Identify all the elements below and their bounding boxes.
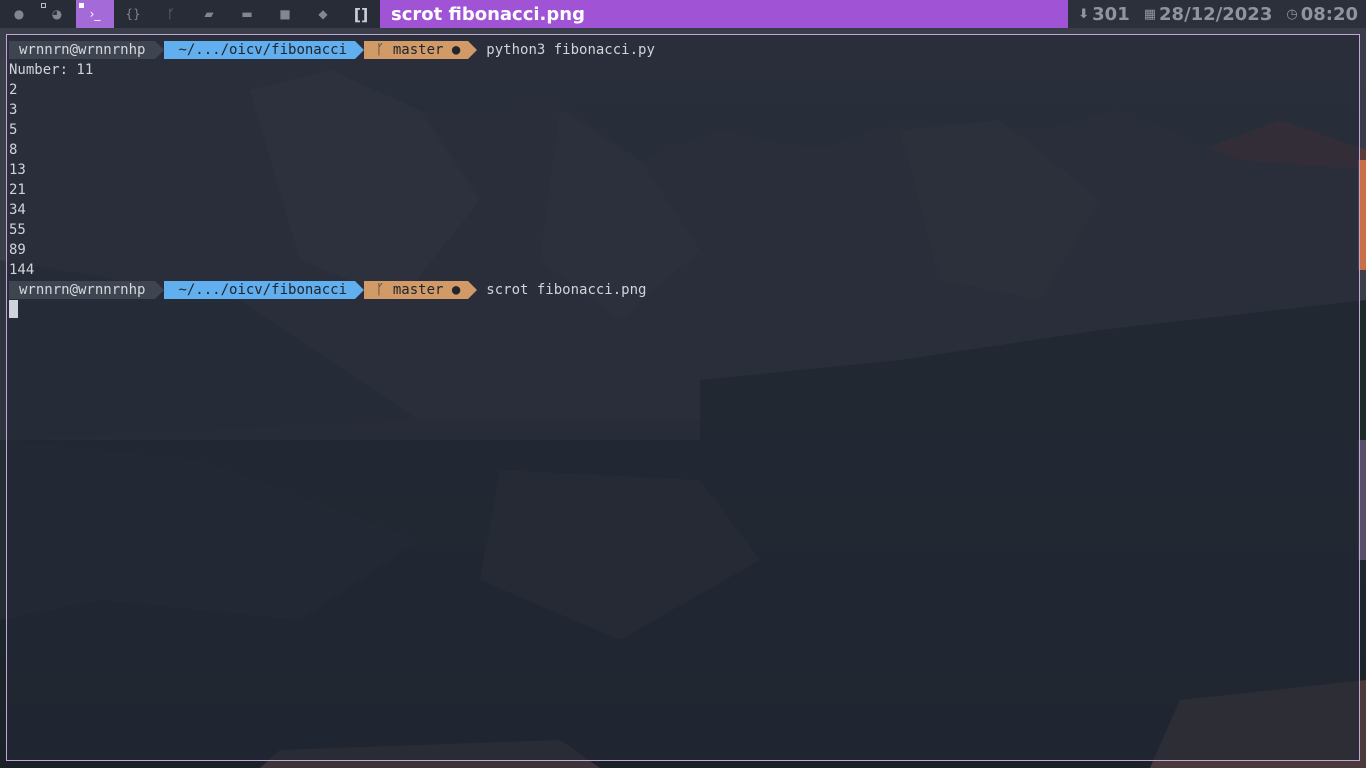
workspace-6[interactable]: ▰: [190, 0, 228, 28]
git-branch-icon: ᚴ: [167, 7, 175, 21]
workspace-3[interactable]: ›_: [76, 0, 114, 28]
date-widget[interactable]: ▦ 28/12/2023: [1144, 4, 1273, 25]
output-line: 2: [9, 82, 18, 98]
layout-indicator[interactable]: []: [342, 0, 380, 28]
firefox-icon: ●: [13, 7, 25, 21]
docker-icon: ▰: [204, 7, 214, 21]
prompt-line: wrnnrn@wrnnrnhp ~/.../oicv/fibonacci ᚴ m…: [9, 40, 655, 60]
powerline-separator-icon: [155, 41, 165, 59]
output-line: Number: 11: [9, 62, 94, 78]
prompt-git: ᚴ master ●: [364, 41, 469, 59]
focused-window-title: scrot fibonacci.png: [380, 0, 1069, 28]
folder-icon: ▬: [241, 7, 253, 21]
workspace-2[interactable]: ◕: [38, 0, 76, 28]
output-line: 3: [9, 102, 18, 118]
prompt-path: ~/.../oicv/fibonacci: [164, 281, 356, 299]
prompt-user: wrnnrn@wrnnrnhp: [9, 281, 156, 299]
git-branch-name: master ●: [392, 42, 461, 58]
prompt-line: wrnnrn@wrnnrnhp ~/.../oicv/fibonacci ᚴ m…: [9, 280, 646, 300]
command-text: python3 fibonacci.py: [486, 42, 655, 58]
output-line: 13: [9, 162, 26, 178]
layout-brackets-icon: []: [353, 4, 369, 24]
git-branch-name: master ●: [392, 282, 461, 298]
time-text: 08:20: [1300, 3, 1358, 25]
top-panel: ● ◕ ›_ {} ᚴ ▰ ▬ ■ ◆ [] scrot fibonacci.p…: [0, 0, 1366, 28]
prompt-path: ~/.../oicv/fibonacci: [164, 41, 356, 59]
clock-widget[interactable]: ◷ 08:20: [1286, 4, 1358, 25]
status-area: ⬇ 301 ▦ 28/12/2023 ◷ 08:20: [1068, 0, 1366, 28]
output-line: 5: [9, 122, 18, 138]
updates-count: 301: [1092, 3, 1130, 25]
workspace-occupied-indicator: [79, 3, 84, 8]
layers-icon: ◆: [318, 7, 328, 21]
terminal-icon: ›_: [89, 7, 101, 21]
workspace-1[interactable]: ●: [0, 0, 38, 28]
workspace-5[interactable]: ᚴ: [152, 0, 190, 28]
powerline-separator-icon: [468, 281, 478, 299]
workspace-4[interactable]: {}: [114, 0, 152, 28]
output-line: 21: [9, 182, 26, 198]
output-line: 144: [9, 262, 35, 278]
output-line: 8: [9, 142, 18, 158]
output-line: 55: [9, 222, 26, 238]
code-braces-icon: {}: [125, 7, 141, 21]
git-branch-icon: ᚴ: [376, 42, 385, 58]
powerline-separator-icon: [355, 41, 365, 59]
prompt-git: ᚴ master ●: [364, 281, 469, 299]
workspace-9[interactable]: ◆: [304, 0, 342, 28]
command-text: scrot fibonacci.png: [486, 282, 647, 298]
updates-widget[interactable]: ⬇ 301: [1078, 4, 1129, 25]
output-line: 34: [9, 202, 26, 218]
powerline-separator-icon: [468, 41, 478, 59]
prompt-user: wrnnrn@wrnnrnhp: [9, 41, 156, 59]
workspace-8[interactable]: ■: [266, 0, 304, 28]
download-icon: ⬇: [1078, 6, 1090, 22]
terminal-cursor: [9, 300, 18, 318]
git-branch-icon: ᚴ: [376, 282, 385, 298]
powerline-separator-icon: [155, 281, 165, 299]
workspace-7[interactable]: ▬: [228, 0, 266, 28]
chrome-icon: ◕: [51, 7, 63, 21]
date-text: 28/12/2023: [1159, 3, 1273, 25]
workspace-occupied-indicator: [41, 3, 46, 8]
powerline-separator-icon: [355, 281, 365, 299]
output-line: 89: [9, 242, 26, 258]
clock-icon: ◷: [1286, 6, 1298, 22]
calendar-icon: ▦: [1143, 6, 1157, 22]
terminal-window[interactable]: wrnnrn@wrnnrnhp ~/.../oicv/fibonacci ᚴ m…: [6, 34, 1360, 761]
video-camera-icon: ■: [279, 7, 291, 21]
